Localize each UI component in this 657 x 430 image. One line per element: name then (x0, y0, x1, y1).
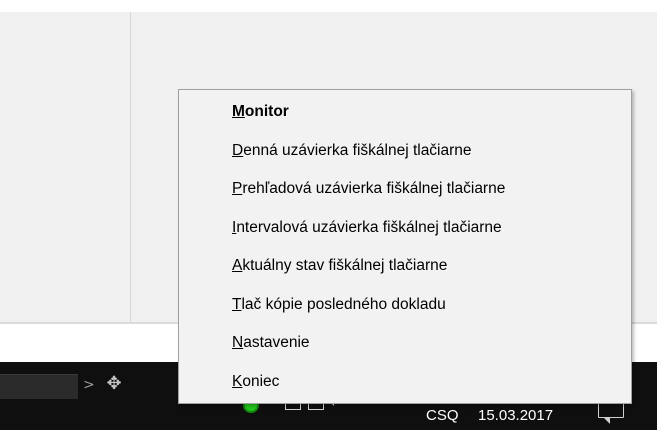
app-window-top (0, 0, 657, 12)
tray-context-menu: Monitor Denná uzávierka fiškálnej tlačia… (178, 89, 632, 404)
menu-item-mnemonic: K (232, 373, 243, 390)
language-indicator[interactable]: CSQ (426, 405, 466, 427)
menu-item-print-copy[interactable]: Tlač kópie posledného dokladu (181, 288, 629, 322)
clock-date[interactable]: 15.03.2017 (478, 405, 588, 427)
menu-item-daily-closure[interactable]: Denná uzávierka fiškálnej tlačiarne (181, 134, 629, 168)
menu-item-exit[interactable]: Koniec (181, 365, 629, 399)
move-arrows-icon[interactable]: ✥ (100, 370, 128, 398)
menu-item-label: oniec (242, 373, 280, 390)
menu-item-label: lač kópie posledného dokladu (241, 296, 446, 313)
menu-item-mnemonic: D (232, 142, 244, 159)
menu-item-mnemonic: N (232, 334, 244, 351)
menu-item-interval-closure[interactable]: Intervalová uzávierka fiškálnej tlačiarn… (181, 211, 629, 245)
menu-item-mnemonic: A (232, 257, 243, 274)
menu-item-label: rehľadová uzávierka fiškálnej tlačiarne (242, 180, 506, 197)
taskbar-search-box[interactable] (0, 374, 78, 399)
menu-item-mnemonic: M (232, 103, 245, 120)
menu-item-monitor[interactable]: Monitor (181, 95, 629, 129)
menu-item-label: onitor (244, 103, 289, 120)
app-left-pane (0, 12, 131, 322)
menu-item-label: astavenie (243, 334, 310, 351)
chevron-right-icon[interactable]: > (83, 373, 95, 397)
menu-item-printer-status[interactable]: Aktuálny stav fiškálnej tlačiarne (181, 249, 629, 283)
menu-item-overview-closure[interactable]: Prehľadová uzávierka fiškálnej tlačiarne (181, 172, 629, 206)
menu-item-label: ntervalová uzávierka fiškálnej tlačiarne (236, 219, 502, 236)
menu-item-settings[interactable]: Nastavenie (181, 326, 629, 360)
menu-item-label: enná uzávierka fiškálnej tlačiarne (243, 142, 472, 159)
menu-item-mnemonic: P (232, 180, 243, 197)
menu-item-label: ktuálny stav fiškálnej tlačiarne (242, 257, 448, 274)
